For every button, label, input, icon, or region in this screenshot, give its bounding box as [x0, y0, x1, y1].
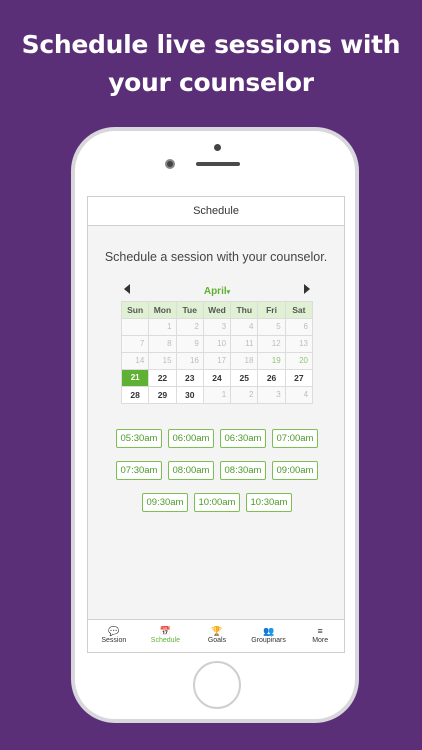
weekday-label: Thu	[231, 302, 259, 319]
calendar-day: 12	[258, 336, 286, 353]
calendar-day-selected[interactable]: 21	[122, 370, 150, 387]
time-slot-button[interactable]: 09:30am	[142, 493, 188, 512]
calendar-header: April▾	[121, 281, 313, 299]
time-slot-button[interactable]: 10:00am	[194, 493, 240, 512]
tab-groupinars[interactable]: 👥 Groupinars	[243, 620, 295, 652]
calendar-week-row: 123456	[122, 319, 313, 336]
calendar: April▾ Sun Mon Tue Wed Thu Fri Sat 1 2 3 4 5 6 7 8 9 10 1…	[121, 281, 314, 404]
calendar-day: 14	[122, 353, 150, 370]
tab-session[interactable]: 💬 Session	[88, 620, 140, 652]
calendar-day[interactable]: 27	[285, 370, 313, 387]
time-slot-button[interactable]: 10:30am	[246, 493, 292, 512]
calendar-day: 11	[231, 336, 259, 353]
calendar-day: 2	[176, 319, 204, 336]
weekday-label: Fri	[258, 302, 286, 319]
calendar-day: 20	[285, 353, 313, 370]
time-slot-button[interactable]: 05:30am	[116, 429, 162, 448]
tab-label: Schedule	[150, 637, 180, 644]
calendar-day[interactable]: 25	[231, 370, 259, 387]
calendar-day[interactable]: 26	[258, 370, 286, 387]
page-title: Schedule	[193, 205, 239, 217]
time-slot-list: 05:30am 06:00am 06:30am 07:00am 07:30am 08:00…	[88, 429, 344, 525]
trophy-icon: 🏆	[211, 626, 223, 636]
time-slot-row: 07:30am 08:00am 08:30am 09:00am	[88, 461, 344, 480]
tab-label: Goals	[207, 637, 227, 644]
calendar-day: 8	[149, 336, 177, 353]
tab-label: More	[312, 637, 329, 644]
time-slot-row: 05:30am 06:00am 06:30am 07:00am	[88, 429, 344, 448]
calendar-day: 16	[176, 353, 204, 370]
calendar-day: 3	[203, 319, 232, 336]
time-slot-button[interactable]: 09:00am	[272, 461, 318, 480]
calendar-day[interactable]: 24	[203, 370, 232, 387]
schedule-prompt: Schedule a session with your counselor.	[104, 250, 328, 264]
calendar-day: 4	[285, 387, 314, 404]
home-button[interactable]	[193, 661, 241, 709]
calendar-day	[122, 319, 150, 336]
calendar-day[interactable]: 30	[176, 387, 204, 404]
tab-label: Groupinars	[251, 637, 286, 644]
calendar-week-row: 21 22 23 24 25 26 27	[122, 370, 313, 387]
calendar-day: 1	[203, 387, 232, 404]
next-month-icon[interactable]	[304, 284, 310, 294]
weekday-label: Sun	[122, 302, 150, 319]
weekday-label: Wed	[203, 302, 232, 319]
tab-bar: 💬 Session 📅 Schedule 🏆 Goals 👥 Groupinars ≡ More	[88, 619, 344, 652]
time-slot-button[interactable]: 06:30am	[220, 429, 266, 448]
calendar-day[interactable]: 22	[149, 370, 177, 387]
menu-icon: ≡	[317, 626, 323, 636]
tab-goals[interactable]: 🏆 Goals	[191, 620, 243, 652]
calendar-week-row: 7 8 9 10 11 12 13	[122, 336, 313, 353]
calendar-grid: Sun Mon Tue Wed Thu Fri Sat 1 2 3 4 5 6 7 8 9 10 11 12 13 14…	[121, 301, 314, 404]
phone-speaker	[196, 162, 240, 166]
time-slot-button[interactable]: 08:30am	[220, 461, 266, 480]
calendar-week-row: 14 15 16 17 18 19 20	[122, 353, 313, 370]
headline-line-1: Schedule live sessions with	[21, 30, 401, 59]
calendar-day[interactable]: 29	[149, 387, 177, 404]
calendar-day: 5	[258, 319, 286, 336]
calendar-day: 1	[149, 319, 177, 336]
phone-camera	[165, 159, 175, 169]
calendar-day: 15	[149, 353, 177, 370]
tab-schedule[interactable]: 📅 Schedule	[140, 620, 192, 652]
calendar-day: 2	[231, 387, 259, 404]
tab-more[interactable]: ≡ More	[294, 620, 344, 652]
time-slot-button[interactable]: 08:00am	[168, 461, 214, 480]
phone-frame: Schedule Schedule a session with your co…	[71, 127, 359, 723]
calendar-day: 19	[258, 353, 286, 370]
weekday-label: Sat	[285, 302, 313, 319]
group-icon: 👥	[262, 626, 275, 636]
headline-line-2: your counselor	[108, 68, 314, 97]
tab-label: Session	[101, 637, 127, 644]
calendar-day: 4	[231, 319, 259, 336]
caret-down-icon: ▾	[226, 289, 231, 296]
calendar-day: 3	[258, 387, 286, 404]
weekday-label: Tue	[176, 302, 204, 319]
calendar-day: 6	[285, 319, 313, 336]
calendar-day: 10	[203, 336, 232, 353]
calendar-day: 18	[231, 353, 259, 370]
time-slot-button[interactable]: 07:00am	[272, 429, 318, 448]
calendar-day: 17	[203, 353, 232, 370]
app-screen: Schedule Schedule a session with your co…	[87, 196, 345, 653]
prev-month-icon[interactable]	[124, 284, 130, 294]
phone-sensor	[214, 144, 221, 151]
calendar-day[interactable]: 28	[122, 387, 150, 404]
calendar-week-row: 28 29 30 1 2 3 4	[122, 387, 314, 404]
marketing-headline: Schedule live sessions with your counsel…	[0, 26, 422, 102]
chat-icon: 💬	[108, 626, 120, 636]
weekday-label: Mon	[149, 302, 177, 319]
calendar-day[interactable]: 23	[176, 370, 204, 387]
month-label: April	[203, 286, 227, 297]
time-slot-button[interactable]: 07:30am	[116, 461, 162, 480]
nav-bar: Schedule	[88, 197, 344, 226]
weekday-header-row: Sun Mon Tue Wed Thu Fri Sat	[122, 302, 313, 319]
calendar-day: 9	[176, 336, 204, 353]
time-slot-row: 09:30am 10:00am 10:30am	[88, 493, 344, 512]
calendar-icon: 📅	[159, 626, 171, 636]
time-slot-button[interactable]: 06:00am	[168, 429, 214, 448]
month-selector[interactable]: April▾	[204, 286, 230, 297]
calendar-day: 7	[122, 336, 150, 353]
calendar-day: 13	[285, 336, 313, 353]
